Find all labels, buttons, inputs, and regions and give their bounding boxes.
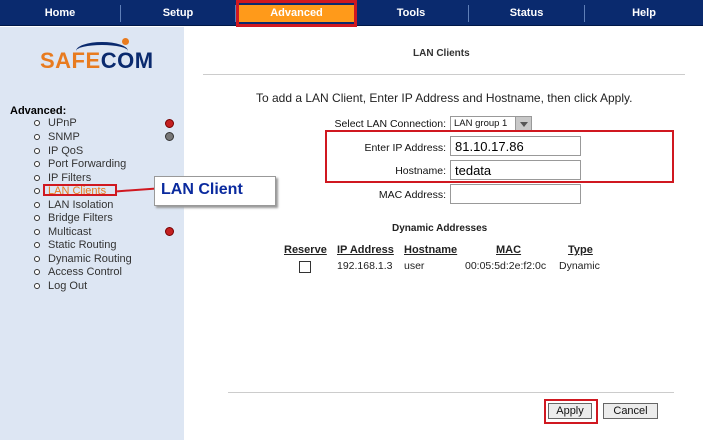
sidebar-item-port-forwarding[interactable]: Port Forwarding [48,158,126,171]
chevron-down-icon [515,117,531,131]
sidebar-item-log-out[interactable]: Log Out [48,280,87,293]
lan-clients-highlight-box [43,184,117,196]
nav-status[interactable]: Status [469,5,585,22]
nav-setup[interactable]: Setup [121,5,236,22]
status-red-icon [165,227,174,236]
logo-dot [122,38,129,45]
divider [203,74,685,75]
page-title: LAN Clients [413,48,470,59]
sidebar-section-title: Advanced: [10,105,67,117]
bullet-icon [34,283,40,289]
sidebar-item-static-routing[interactable]: Static Routing [48,239,116,252]
sidebar-item-bridge-filters[interactable]: Bridge Filters [48,212,113,225]
nav-tools[interactable]: Tools [354,5,469,22]
bullet-icon [34,256,40,262]
col-ip-address: IP Address [337,244,394,256]
sidebar-item-dynamic-routing[interactable]: Dynamic Routing [48,253,132,266]
row-ip: 192.168.1.3 [337,260,393,272]
bullet-icon [34,188,40,194]
row-hostname: user [404,260,425,272]
advanced-highlight-box [236,0,357,27]
safecom-logo: SAFECOM [40,48,154,73]
bullet-icon [34,148,40,154]
callout-label: LAN Client [161,181,243,198]
status-gray-icon [165,132,174,141]
reserve-checkbox[interactable] [299,261,311,273]
bullet-icon [34,134,40,140]
bullet-icon [34,161,40,167]
bullet-icon [34,175,40,181]
sidebar-item-multicast[interactable]: Multicast [48,226,91,239]
bullet-icon [34,202,40,208]
mac-address-input[interactable] [450,184,581,204]
nav-help[interactable]: Help [585,5,703,22]
sidebar [0,27,184,440]
mac-address-label: MAC Address: [378,189,446,201]
bullet-icon [34,229,40,235]
col-hostname: Hostname [404,244,458,256]
dynamic-addresses-title: Dynamic Addresses [392,223,488,234]
sidebar-item-upnp[interactable]: UPnP [48,117,77,130]
sidebar-item-snmp[interactable]: SNMP [48,131,80,144]
cancel-button[interactable]: Cancel [603,403,658,419]
bullet-icon [34,269,40,275]
row-mac: 00:05:5d:2e:f2:0c [465,260,547,272]
status-red-icon [165,119,174,128]
select-lan-label: Select LAN Connection: [334,118,446,130]
bullet-icon [34,242,40,248]
sidebar-item-access-control[interactable]: Access Control [48,266,122,279]
bullet-icon [34,120,40,126]
fields-highlight-box [325,130,674,183]
sidebar-item-ip-qos[interactable]: IP QoS [48,145,83,158]
apply-highlight-box [544,399,598,424]
col-mac: MAC [496,244,522,256]
col-reserve: Reserve [284,244,327,256]
lan-connection-value: LAN group 1 [454,118,508,129]
row-type: Dynamic [559,260,600,272]
divider [228,392,674,393]
nav-home[interactable]: Home [0,5,121,22]
col-type: Type [568,244,593,256]
sidebar-item-lan-isolation[interactable]: LAN Isolation [48,199,113,212]
bullet-icon [34,215,40,221]
instructions-text: To add a LAN Client, Enter IP Address an… [256,91,633,105]
